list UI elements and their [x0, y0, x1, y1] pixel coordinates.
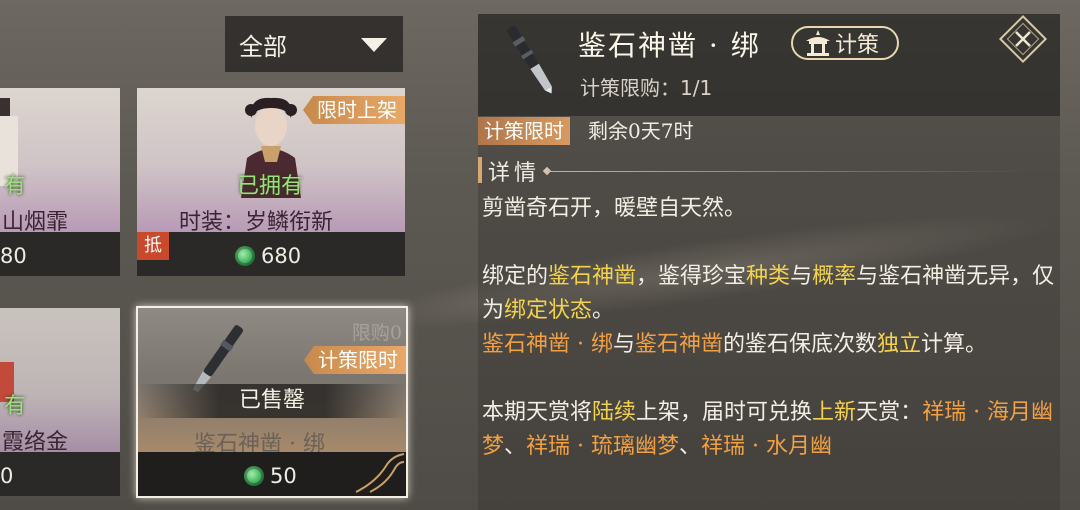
- shop-item-card-selected[interactable]: 限购0 计策限时 已售罄 鉴石神凿 · 绑 50: [136, 306, 408, 498]
- item-title: 鉴石神凿 · 绑: [578, 29, 761, 62]
- owned-status: 有: [4, 174, 27, 199]
- price-bar: 0: [0, 452, 120, 496]
- price-bar: 50: [138, 452, 406, 496]
- description-segment: 与: [790, 264, 813, 289]
- description-segment: 本期天赏将: [482, 400, 593, 425]
- price-value: 680: [261, 244, 302, 268]
- remaining-time: 剩余0天7时: [588, 119, 694, 143]
- description-segment: 上架，届时可兑换: [636, 400, 813, 425]
- purchase-limit-value: 1/1: [680, 76, 713, 100]
- price-bar: 80: [0, 232, 120, 276]
- strategy-timer-tag-label: 计策限时: [484, 119, 564, 143]
- description-para-3: 鉴石神凿 · 绑与鉴石神凿的鉴石保底次数独立计算。: [482, 328, 1057, 362]
- item-description: 剪凿奇石开，暖壁自天然。 绑定的鉴石神凿，鉴得珍宝种类与概率与鉴石神凿无异，仅为…: [482, 192, 1057, 498]
- description-segment: 祥瑞 · 水月幽: [701, 434, 833, 459]
- description-segment: 祥瑞 · 琉璃幽梦: [526, 434, 680, 459]
- description-segment: 独立: [877, 332, 922, 357]
- strategy-badge: 计策: [791, 26, 899, 60]
- shop-item-card[interactable]: 有 山烟霏 80: [0, 88, 120, 276]
- section-accent-bar: [478, 157, 482, 183]
- description-segment: 绑定状态: [504, 298, 593, 323]
- sold-out-label: 已售罄: [238, 388, 305, 413]
- description-segment: ，鉴得珍宝: [636, 264, 747, 289]
- description-segment: 的鉴石保底次数: [723, 332, 878, 357]
- chevron-down-icon: [361, 38, 387, 52]
- description-segment: 。: [592, 298, 615, 323]
- price-bar: 抵 680: [137, 232, 405, 276]
- shop-item-card[interactable]: 有 霞络金 0: [0, 308, 120, 496]
- price-value: 80: [0, 244, 27, 268]
- description-segment: 上新: [812, 400, 857, 425]
- description-segment: 种类: [746, 264, 791, 289]
- jade-coin-icon: [244, 466, 264, 486]
- price: 50: [244, 464, 297, 488]
- category-filter-dropdown[interactable]: 全部: [225, 16, 403, 72]
- price-value: 0: [0, 464, 14, 488]
- jade-coin-icon: [235, 246, 255, 266]
- close-icon[interactable]: [997, 13, 1049, 65]
- description-segment: 概率: [812, 264, 857, 289]
- sold-out-banner: 已售罄: [138, 384, 406, 418]
- description-para-4: 本期天赏将陆续上架，届时可兑换上新天赏：祥瑞 · 海月幽梦、祥瑞 · 琉璃幽梦、…: [482, 396, 1057, 464]
- limited-time-tag-label: 限时上架: [317, 98, 397, 122]
- limited-time-tag: 限时上架: [303, 96, 405, 124]
- pavilion-icon: [806, 30, 830, 56]
- strategy-badge-label: 计策: [835, 33, 880, 58]
- description-segment: 与: [612, 332, 635, 357]
- description-segment: 鉴石神凿 · 绑: [482, 332, 613, 357]
- purchase-limit: 限购0: [351, 322, 402, 344]
- price-value: 50: [270, 464, 297, 488]
- purchase-limit-line: 计策限购：1/1: [580, 72, 712, 101]
- strategy-limited-tag-label: 计策限时: [318, 348, 398, 372]
- strategy-timer-tag: 计策限时: [478, 117, 570, 145]
- deduct-badge: 抵: [137, 232, 169, 260]
- section-divider-line: [548, 171, 1028, 172]
- owned-status: 已拥有: [237, 174, 304, 199]
- description-segment: 天赏：: [856, 400, 923, 425]
- shop-item-card[interactable]: 限时上架 已拥有 时装：岁鳞衔新 抵 680: [137, 88, 405, 276]
- price: 680: [235, 244, 301, 268]
- owned-status: 有: [4, 394, 27, 419]
- description-segment: 陆续: [592, 400, 637, 425]
- description-segment: 、: [504, 434, 527, 459]
- description-para-2: 绑定的鉴石神凿，鉴得珍宝种类与概率与鉴石神凿无异，仅为绑定状态。: [482, 260, 1057, 328]
- purchase-limit-label: 计策限购：: [580, 76, 680, 100]
- filter-label: 全部: [239, 32, 287, 61]
- description-segment: 鉴石神凿: [548, 264, 637, 289]
- strategy-limited-tag: 计策限时: [304, 346, 406, 374]
- details-section-label: 详情: [488, 161, 541, 186]
- cloud-ornament-icon: [355, 453, 405, 493]
- description-segment: 绑定的: [482, 264, 549, 289]
- description-segment: 、: [679, 434, 702, 459]
- description-para-1: 剪凿奇石开，暖壁自天然。: [482, 196, 747, 221]
- chisel-icon: [507, 26, 552, 94]
- description-segment: 计算。: [921, 332, 988, 357]
- description-segment: 鉴石神凿: [635, 332, 724, 357]
